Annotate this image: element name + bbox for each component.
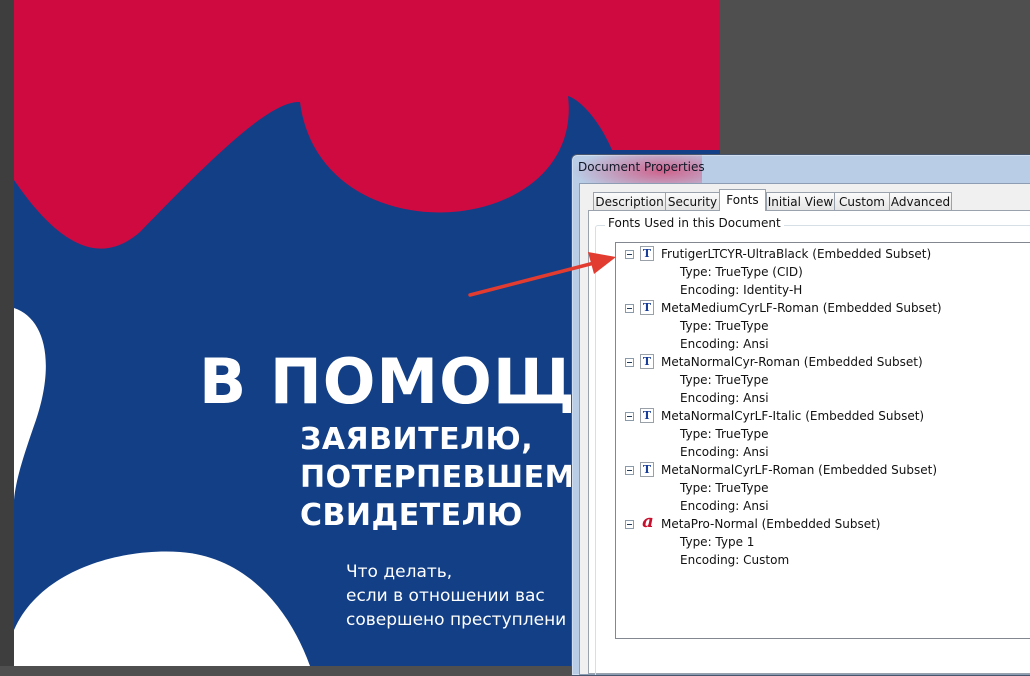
white-bottom-shape	[14, 551, 310, 666]
font-node[interactable]: T MetaNormalCyr-Roman (Embedded Subset)	[616, 353, 1030, 371]
truetype-font-icon: T	[640, 246, 654, 261]
font-encoding-text: Encoding: Ansi	[680, 391, 769, 405]
truetype-font-icon: T	[640, 300, 654, 315]
collapse-icon[interactable]	[625, 358, 634, 367]
font-name: MetaNormalCyrLF-Roman (Embedded Subset)	[661, 463, 938, 477]
font-name: MetaNormalCyr-Roman (Embedded Subset)	[661, 355, 923, 369]
font-node[interactable]: T MetaNormalCyrLF-Roman (Embedded Subset…	[616, 461, 1030, 479]
font-name: FrutigerLTCYR-UltraBlack (Embedded Subse…	[661, 247, 932, 261]
font-encoding-text: Encoding: Ansi	[680, 499, 769, 513]
tab-initial-view[interactable]: Initial View	[766, 192, 835, 210]
truetype-font-icon: T	[640, 408, 654, 423]
font-node[interactable]: a MetaPro-Normal (Embedded Subset)	[616, 511, 1030, 533]
body-line: совершено преступлени	[346, 610, 567, 630]
tab-custom[interactable]: Custom	[834, 192, 890, 210]
font-type-text: Type: TrueType	[680, 319, 769, 333]
font-type-text: Type: TrueType (CID)	[680, 265, 803, 279]
truetype-font-icon: T	[640, 354, 654, 369]
white-left-shape	[14, 308, 46, 500]
font-name: MetaMediumCyrLF-Roman (Embedded Subset)	[661, 301, 942, 315]
font-name: MetaPro-Normal (Embedded Subset)	[661, 517, 881, 531]
poster-body-text: Что делать, если в отношении вас соверше…	[346, 560, 566, 632]
collapse-icon[interactable]	[625, 304, 634, 313]
font-encoding-text: Encoding: Identity-H	[680, 283, 803, 297]
tab-description[interactable]: Description	[593, 192, 666, 210]
font-node[interactable]: T MetaMediumCyrLF-Roman (Embedded Subset…	[616, 299, 1030, 317]
font-name: MetaNormalCyrLF-Italic (Embedded Subset)	[661, 409, 925, 423]
collapse-icon[interactable]	[625, 412, 634, 421]
font-type-text: Type: Type 1	[680, 535, 755, 549]
tab-fonts[interactable]: Fonts	[719, 189, 766, 211]
body-line: если в отношении вас	[346, 586, 545, 606]
font-type-text: Type: TrueType	[680, 481, 769, 495]
viewer-gutter	[0, 0, 14, 666]
tab-security[interactable]: Security	[665, 192, 720, 210]
font-type-text: Type: TrueType	[680, 427, 769, 441]
font-node[interactable]: T MetaNormalCyrLF-Italic (Embedded Subse…	[616, 407, 1030, 425]
poster-subtitle: ЗАЯВИТЕЛЮ, ПОТЕРПЕВШЕМ СВИДЕТЕЛЮ	[300, 421, 575, 535]
font-type-text: Type: TrueType	[680, 373, 769, 387]
document-properties-dialog: Document Properties Description Security…	[571, 154, 1030, 676]
collapse-icon[interactable]	[625, 250, 634, 259]
truetype-font-icon: T	[640, 462, 654, 477]
fonts-group-label: Fonts Used in this Document	[605, 216, 784, 230]
body-line: Что делать,	[346, 562, 453, 582]
collapse-icon[interactable]	[625, 520, 634, 529]
font-tree[interactable]: T FrutigerLTCYR-UltraBlack (Embedded Sub…	[615, 242, 1030, 639]
tab-advanced[interactable]: Advanced	[889, 192, 952, 210]
font-encoding-text: Encoding: Ansi	[680, 337, 769, 351]
subtitle-line: ЗАЯВИТЕЛЮ,	[300, 422, 534, 457]
subtitle-line: СВИДЕТЕЛЮ	[300, 498, 523, 533]
dialog-title: Document Properties	[578, 160, 705, 174]
collapse-icon[interactable]	[625, 466, 634, 475]
type1-font-icon: a	[642, 511, 654, 532]
font-node[interactable]: T FrutigerLTCYR-UltraBlack (Embedded Sub…	[616, 245, 1030, 263]
subtitle-line: ПОТЕРПЕВШЕМ	[300, 460, 575, 495]
font-encoding-text: Encoding: Custom	[680, 553, 790, 567]
poster-title: В ПОМОЩ	[199, 345, 577, 418]
font-encoding-text: Encoding: Ansi	[680, 445, 769, 459]
